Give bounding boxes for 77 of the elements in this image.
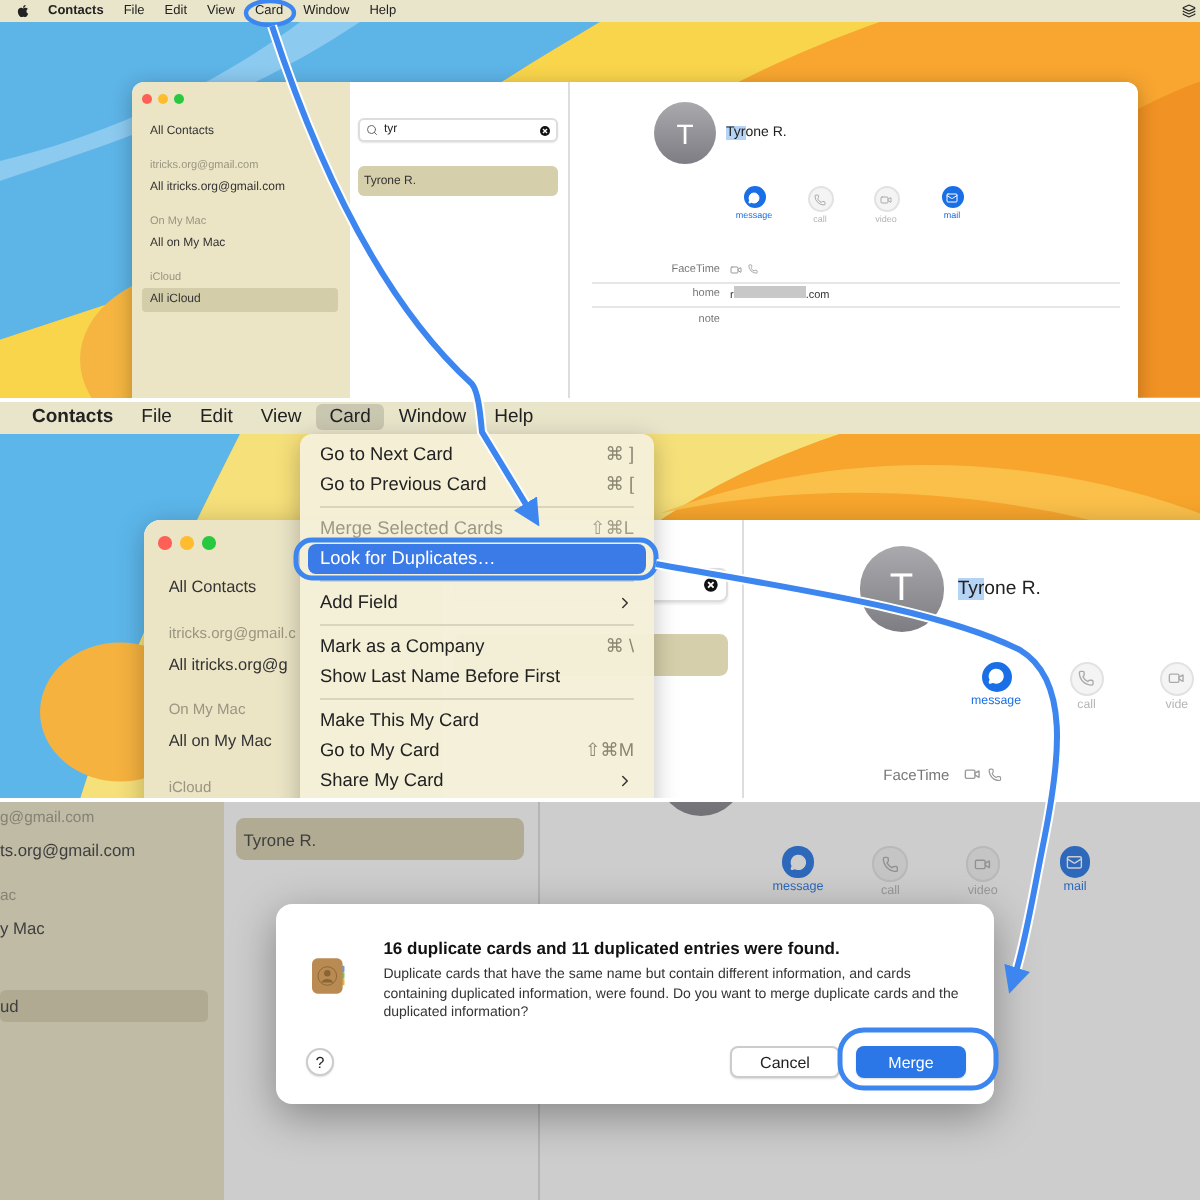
layers-icon[interactable] xyxy=(1182,4,1196,18)
video-button[interactable] xyxy=(1159,661,1194,696)
clear-icon[interactable] xyxy=(540,125,550,135)
sidebar-section-header: g@gmail.com xyxy=(0,805,95,830)
menu-title[interactable]: Card xyxy=(315,404,385,431)
mail-icon xyxy=(1066,853,1084,871)
video-icon xyxy=(880,193,892,205)
video-icon xyxy=(1168,670,1186,688)
sidebar-item[interactable]: ud xyxy=(0,989,208,1023)
call-button[interactable] xyxy=(872,846,908,882)
message-icon xyxy=(748,191,760,203)
video-icon[interactable] xyxy=(963,766,980,784)
message-button[interactable] xyxy=(743,186,765,208)
shortcut-label: ⌘ \ xyxy=(605,635,634,658)
sidebar-item[interactable]: y Mac xyxy=(0,910,208,945)
message-button[interactable] xyxy=(782,846,814,878)
menu-item[interactable]: Look for Duplicates… xyxy=(308,543,646,574)
minimize-button[interactable] xyxy=(179,535,194,550)
menu-title[interactable]: Help xyxy=(480,404,548,431)
menu-item[interactable]: Mark as a Company ⌘ \ xyxy=(308,631,646,662)
call-icon xyxy=(814,193,826,205)
phone-icon[interactable] xyxy=(987,768,1002,782)
dialog-button[interactable]: Cancel xyxy=(730,1046,840,1079)
highlight-ring xyxy=(243,0,297,28)
zoom-button[interactable] xyxy=(201,535,216,550)
video-icon[interactable] xyxy=(730,263,742,276)
phone-icon[interactable] xyxy=(748,264,758,275)
menu-item[interactable]: Make This My Card xyxy=(308,705,646,736)
chevron-icon xyxy=(616,593,634,612)
shortcut-label: ⇧⌘L xyxy=(590,517,634,540)
sidebar-item[interactable]: ts.org@gmail.com xyxy=(0,832,208,866)
shortcut-label: ⇧⌘M xyxy=(584,739,634,762)
close-button[interactable] xyxy=(142,94,152,104)
avatar: T xyxy=(654,102,716,164)
contact-name: Tyrone R. xyxy=(957,578,1041,601)
call-icon xyxy=(881,855,899,873)
contact-row[interactable]: Tyrone R. xyxy=(235,818,525,861)
menu-item[interactable]: Go to Previous Card ⌘ [ xyxy=(308,469,646,500)
dialog-title: 16 duplicate cards and 11 duplicated entries were found. xyxy=(383,938,842,959)
video-icon xyxy=(974,855,992,873)
mail-icon xyxy=(946,191,958,203)
sidebar-section-header: iCloud xyxy=(166,775,212,799)
shortcut-label: ⌘ ] xyxy=(605,443,634,466)
sidebar-section-header: itricks.org@gmail.c xyxy=(166,622,296,646)
message-icon xyxy=(789,853,807,871)
menu-title[interactable]: File xyxy=(127,404,186,431)
video-button[interactable] xyxy=(965,846,1001,882)
menu-title[interactable]: Edit xyxy=(185,404,247,431)
search-icon xyxy=(366,124,378,136)
sidebar-section-header: ac xyxy=(0,884,17,909)
call-button[interactable] xyxy=(807,186,833,212)
clear-icon[interactable] xyxy=(704,578,719,592)
video-button[interactable] xyxy=(873,186,899,212)
help-button[interactable]: ? xyxy=(306,1048,334,1077)
zoom-button[interactable] xyxy=(174,94,184,104)
message-icon xyxy=(987,668,1005,686)
dialog-button[interactable]: Merge xyxy=(856,1046,966,1079)
close-button[interactable] xyxy=(157,535,172,550)
chevron-icon xyxy=(616,771,634,790)
menu-item[interactable]: Go to Next Card ⌘ ] xyxy=(308,439,646,470)
menu-item[interactable]: Go to My Card ⇧⌘M xyxy=(308,735,646,766)
call-icon xyxy=(1078,670,1095,688)
menu-title[interactable]: Window xyxy=(384,404,481,431)
call-button[interactable] xyxy=(1069,661,1104,696)
mail-button[interactable] xyxy=(1059,846,1091,878)
shortcut-label: ⌘ [ xyxy=(605,473,634,496)
apple-icon[interactable] xyxy=(16,4,30,18)
field-label: FaceTime xyxy=(881,765,950,784)
menu-item[interactable]: Show Last Name Before First xyxy=(308,661,646,692)
menu-app-name[interactable]: Contacts xyxy=(18,404,128,431)
menu-item[interactable]: Add Field xyxy=(308,587,646,618)
mail-button[interactable] xyxy=(941,186,963,208)
menu-item[interactable]: Share My Card xyxy=(308,765,646,796)
message-button[interactable] xyxy=(981,661,1012,692)
menu-title[interactable]: View xyxy=(246,404,316,431)
minimize-button[interactable] xyxy=(158,94,168,104)
sidebar-section-header: On My Mac xyxy=(166,698,246,723)
